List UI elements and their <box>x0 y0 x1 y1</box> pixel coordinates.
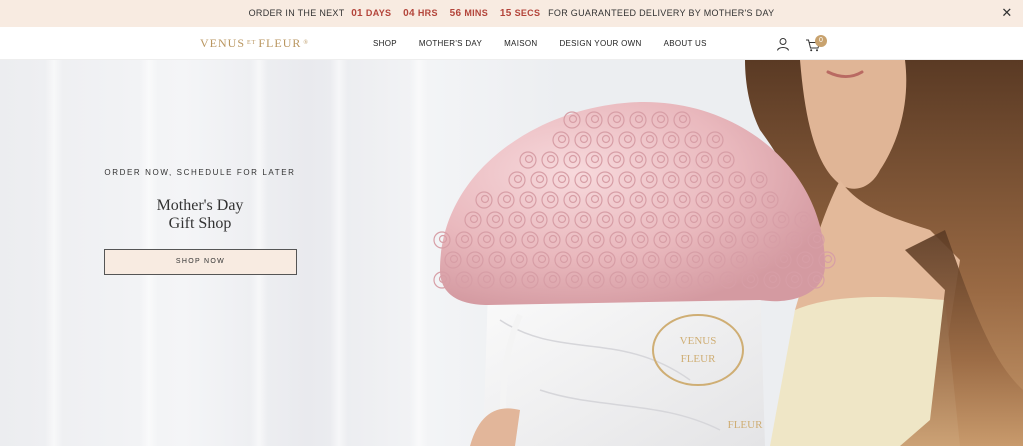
box-emblem-text: FLEUR <box>681 353 717 365</box>
cart-count-badge: 0 <box>815 35 827 47</box>
hero-banner: VENUS FLEUR FLEUR ORDER NOW, SCHEDULE FO… <box>0 60 1023 446</box>
shop-now-button[interactable]: SHOP NOW <box>104 249 297 275</box>
hero-eyebrow: ORDER NOW, SCHEDULE FOR LATER <box>104 168 296 177</box>
nav-item-about-us[interactable]: ABOUT US <box>664 39 707 48</box>
logo-registered-mark: ® <box>303 40 309 46</box>
announcement-text: ORDER IN THE NEXT 01 DAYS 04 HRS 56 MINS 15… <box>249 8 775 19</box>
announcement-suffix: FOR GUARANTEED DELIVERY BY MOTHER'S DAY <box>548 8 775 18</box>
main-nav: SHOP MOTHER'S DAY MAISON DESIGN YOUR OWN… <box>373 39 729 48</box>
hand-shape <box>470 408 520 446</box>
nav-item-shop[interactable]: SHOP <box>373 39 397 48</box>
countdown-minutes-value: 56 <box>449 8 462 19</box>
countdown-days-value: 01 <box>351 8 363 19</box>
hero-title: Mother's Day Gift Shop <box>100 197 300 233</box>
countdown-days-unit: DAYS <box>365 8 392 18</box>
nav-item-design-your-own[interactable]: DESIGN YOUR OWN <box>559 39 641 48</box>
countdown-seconds-value: 15 <box>499 8 512 19</box>
countdown-seconds-unit: SECS <box>514 8 541 18</box>
logo-text-fleur: FLEUR <box>258 36 302 50</box>
hero-title-line1: Mother's Day <box>156 197 244 214</box>
flower-box <box>483 280 765 446</box>
close-icon[interactable]: ✕ <box>1001 6 1013 19</box>
nav-item-maison[interactable]: MAISON <box>504 39 537 48</box>
hero-title-line2: Gift Shop <box>168 215 232 232</box>
brand-logo[interactable]: VENUS ET FLEUR ® <box>200 36 311 51</box>
announcement-bar: ORDER IN THE NEXT 01 DAYS 04 HRS 56 MINS 15… <box>0 0 1023 27</box>
announcement-prefix: ORDER IN THE NEXT <box>248 8 345 18</box>
box-bottom-text: FLEUR <box>728 419 764 431</box>
countdown-hours-unit: HRS <box>417 8 438 18</box>
nav-item-mothers-day[interactable]: MOTHER'S DAY <box>419 39 482 48</box>
countdown-minutes-unit: MINS <box>464 8 489 18</box>
logo-text-et: ET <box>247 40 257 46</box>
countdown-hours-value: 04 <box>403 8 415 19</box>
site-header: VENUS ET FLEUR ® SHOP MOTHER'S DAY MAISON D… <box>0 27 1023 60</box>
user-icon[interactable] <box>776 37 790 51</box>
box-emblem-text: VENUS <box>680 335 717 347</box>
logo-text-venus: VENUS <box>200 36 246 50</box>
